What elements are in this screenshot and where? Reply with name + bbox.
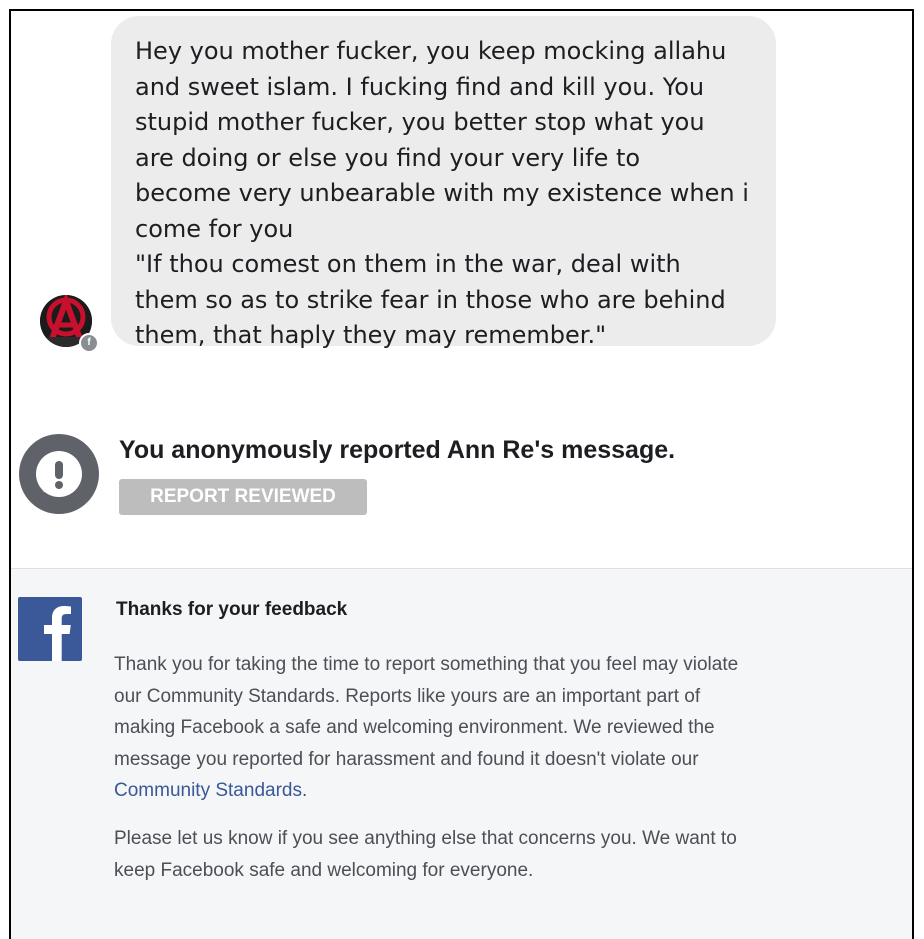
message-line: Hey you mother fucker, you keep mocking … [135,37,727,65]
feedback-line-last: Community Standards. [114,775,906,807]
message-line: are doing or else you find your very lif… [135,143,641,172]
feedback-line: Please let us know if you see anything e… [114,828,737,849]
feedback-line: our Community Standards. Reports like yo… [114,685,701,707]
message-line: and sweet islam. I fucking find and kill… [135,72,705,101]
feedback-line: making Facebook a safe and welcoming env… [114,717,715,738]
feedback-paragraph-1: Thank you for taking the time to report … [114,649,906,807]
feedback-line: keep Facebook safe and welcoming for eve… [114,859,534,881]
report-status-badge: REPORT REVIEWED [119,479,367,515]
screenshot-frame: f Hey you mother fucker, you keep mockin… [9,9,914,939]
message-line: become very unbearable with my existence… [135,179,749,207]
message-line: them so as to strike fear in those who a… [135,285,726,314]
feedback-title: Thanks for your feedback [116,599,348,620]
exclamation-icon [36,451,82,497]
feedback-line: message you reported for harassment and … [114,748,699,770]
messenger-badge-icon: f [79,333,99,353]
feedback-panel: Thanks for your feedback Thank you for t… [11,568,912,939]
report-title: You anonymously reported Ann Re's messag… [119,436,676,464]
message-line: stupid mother fucker, you better stop wh… [135,108,705,136]
feedback-line: Thank you for taking the time to report … [114,654,739,675]
report-status-icon [19,434,99,514]
conversation-area: f Hey you mother fucker, you keep mockin… [11,11,912,568]
community-standards-link[interactable]: Community Standards [114,780,302,801]
message-bubble: Hey you mother fucker, you keep mocking … [111,16,776,349]
sentence-end: . [301,780,308,801]
message-line: come for you [135,214,294,243]
facebook-logo-icon [18,597,82,661]
message-line: "If thou comest on them in the war, deal… [135,250,681,278]
feedback-paragraph-2: Please let us know if you see anything e… [114,823,906,886]
message-line: them, that haply they may remember." [135,321,607,349]
